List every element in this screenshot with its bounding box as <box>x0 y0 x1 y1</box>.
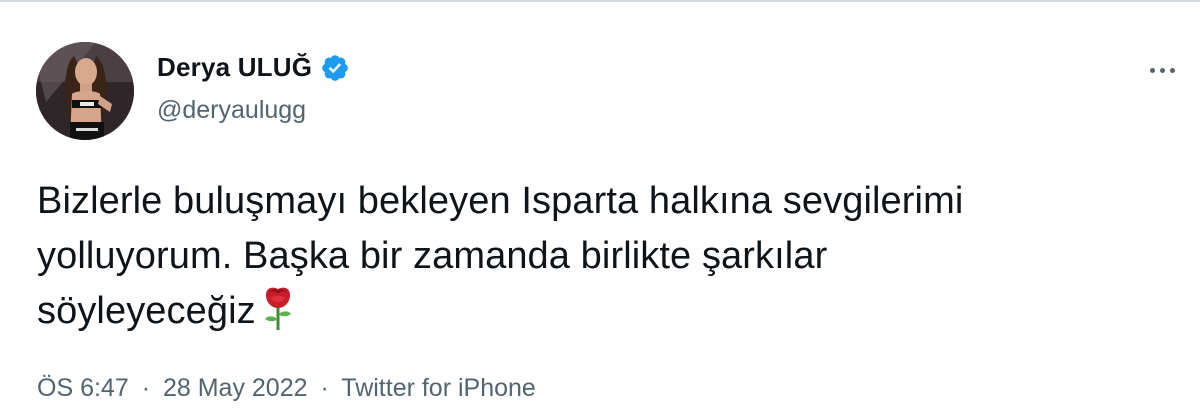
verified-badge-icon <box>322 54 348 81</box>
tweet-time[interactable]: ÖS 6:47 <box>37 374 129 402</box>
tweet-text-line-last: söyleyeceğiz <box>37 284 1167 339</box>
more-options-icon[interactable] <box>1142 60 1182 80</box>
meta-separator: · <box>141 374 151 402</box>
tweet-source[interactable]: Twitter for iPhone <box>341 374 536 402</box>
tweet-text-line-content: söyleyeceğiz <box>37 290 256 332</box>
dot-icon <box>1159 67 1165 73</box>
tweet-text: Bizlerle buluşmayı bekleyen Isparta halk… <box>37 174 1167 339</box>
meta-separator: · <box>320 374 329 402</box>
tweet-text-line: yolluyorum. Başka bir zamanda birlikte ş… <box>37 235 828 277</box>
tweet-meta: ÖS 6:47 · 28 May 2022 · Twitter for iPho… <box>37 374 536 403</box>
tweet-date[interactable]: 28 May 2022 <box>163 374 308 402</box>
dot-icon <box>1149 67 1155 73</box>
user-handle[interactable]: @deryaulugg <box>157 96 306 125</box>
tweet-text-line: Bizlerle buluşmayı bekleyen Isparta halk… <box>37 180 964 222</box>
tweet-card: Derya ULUĞ @deryaulugg Bizlerle buluşmay… <box>0 0 1200 412</box>
avatar[interactable] <box>36 42 134 140</box>
display-name[interactable]: Derya ULUĞ <box>157 52 312 83</box>
rose-icon <box>264 287 291 330</box>
dot-icon <box>1169 67 1175 73</box>
profile-photo <box>36 42 134 140</box>
author-name-row[interactable]: Derya ULUĞ <box>157 52 350 83</box>
